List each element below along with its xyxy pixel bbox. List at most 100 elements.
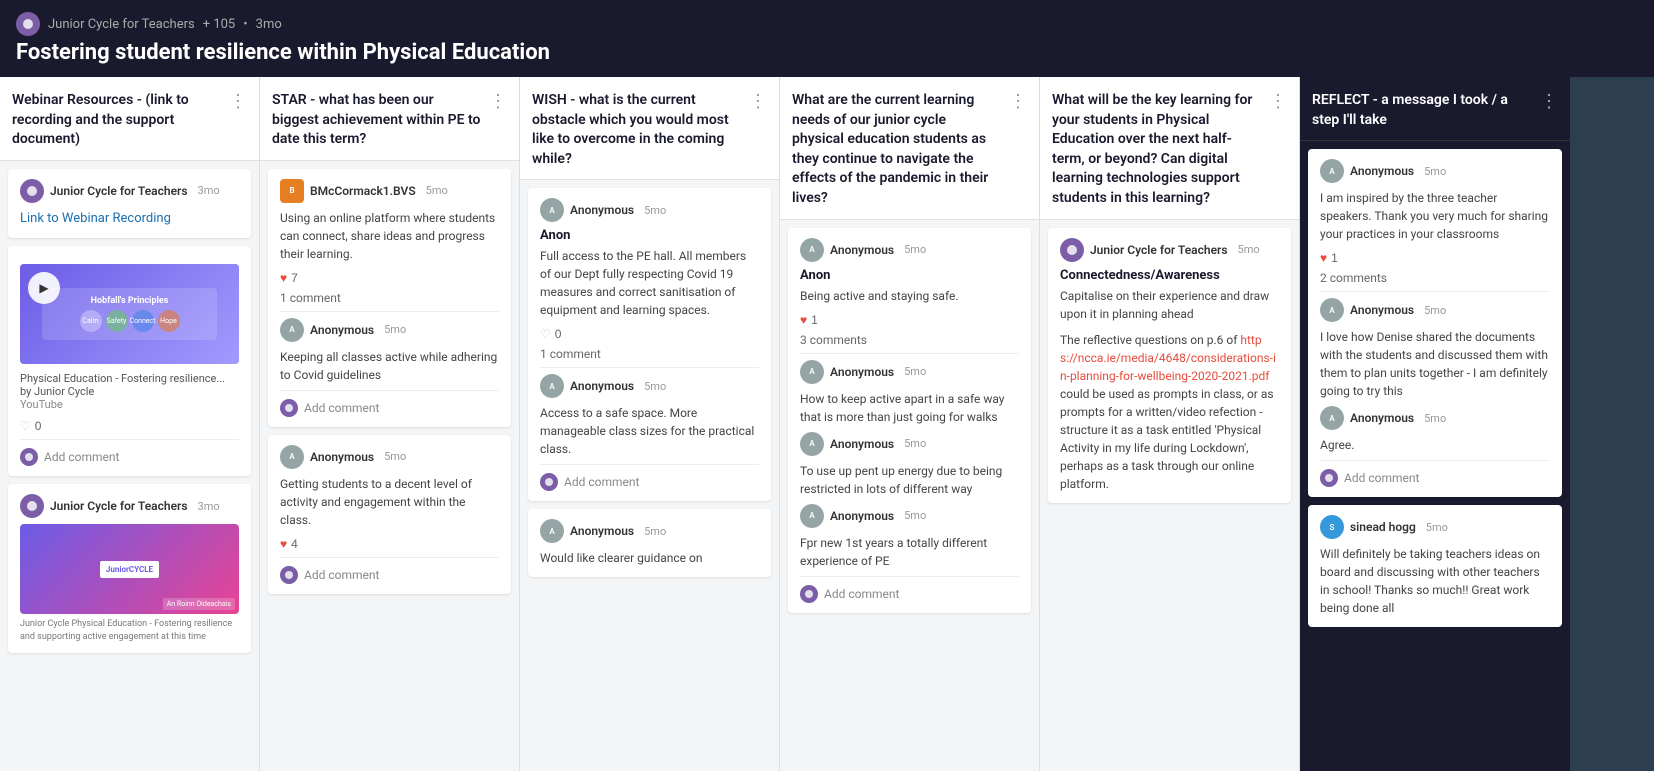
like-count: 1: [1331, 251, 1338, 265]
card-user: A Anonymous 5mo: [540, 519, 759, 543]
commenter-name: Anonymous: [570, 379, 634, 393]
like-count: 1: [811, 313, 818, 327]
user-name: sinead hogg: [1350, 520, 1416, 534]
like-button[interactable]: ♥ 4: [280, 537, 298, 551]
video-title: Physical Education - Fostering resilienc…: [20, 372, 239, 398]
card-user: B BMcCormack1.BVS 5mo: [280, 179, 499, 203]
card-wish-2: A Anonymous 5mo Would like clearer guida…: [528, 509, 771, 577]
avatar: A: [540, 198, 564, 222]
column-webinar: Webinar Resources - (link to recording a…: [0, 77, 260, 771]
avatar: A: [280, 445, 304, 469]
card-text: Will definitely be taking teachers ideas…: [1320, 545, 1550, 617]
column-learning-needs-body: A Anonymous 5mo Anon Being active and st…: [780, 220, 1039, 771]
add-comment-label[interactable]: Add comment: [304, 568, 379, 582]
card-link-webinar: Junior Cycle for Teachers 3mo Link to We…: [8, 169, 251, 239]
user-name: Anonymous: [1350, 411, 1414, 425]
card-actions: ♥ 1: [800, 313, 1019, 327]
column-key-learning-menu[interactable]: ⋮: [1261, 91, 1287, 112]
user-time: 5mo: [1424, 304, 1446, 317]
user-name: Anonymous: [570, 524, 634, 538]
page-title: Fostering student resilience within Phys…: [16, 40, 1638, 65]
card-user: A Anonymous 5mo: [280, 445, 499, 469]
column-learning-needs-title: What are the current learning needs of o…: [792, 91, 1001, 209]
comment-avatar: A: [540, 374, 564, 398]
card-reflect-2: S sinead hogg 5mo Will definitely be tak…: [1308, 505, 1562, 627]
divider: [1320, 291, 1550, 292]
doc-thumbnail: JuniorCYCLE An Roinn Oideachais: [20, 524, 239, 614]
card-key-1: Junior Cycle for Teachers 5mo Connectedn…: [1048, 228, 1291, 503]
column-key-learning-header: What will be the key learning for your s…: [1040, 77, 1299, 220]
avatar: A: [800, 432, 824, 456]
column-reflect-menu[interactable]: ⋮: [1532, 91, 1558, 112]
video-thumbnail[interactable]: Hobfall's Principles Calm Safety Connect…: [20, 264, 239, 364]
comment-user: A Anonymous 5mo: [540, 374, 759, 398]
card-text: Using an online platform where students …: [280, 209, 499, 263]
time-ago: 3mo: [256, 17, 282, 32]
column-webinar-title: Webinar Resources - (link to recording a…: [12, 91, 221, 150]
card-text: Would like clearer guidance on: [540, 549, 759, 567]
add-comment: Add comment: [280, 566, 499, 584]
user-name: Anonymous: [830, 365, 894, 379]
column-wish-title: WISH - what is the current obstacle whic…: [532, 91, 741, 169]
card-user: A Anonymous 5mo: [800, 238, 1019, 262]
card-user: A Anonymous 5mo: [540, 198, 759, 222]
divider: [280, 557, 499, 558]
sub-comment-3-text: Fpr new 1st years a totally different ex…: [800, 534, 1019, 570]
add-comment-label[interactable]: Add comment: [1344, 471, 1419, 485]
divider: [800, 576, 1019, 577]
like-button[interactable]: ♡ 0: [20, 419, 41, 433]
add-comment-label[interactable]: Add comment: [44, 450, 119, 464]
add-comment-label[interactable]: Add comment: [564, 475, 639, 489]
column-wish-menu[interactable]: ⋮: [741, 91, 767, 112]
sub-comment-2-user: A Anonymous 5mo: [1320, 406, 1550, 430]
comment-count: 1 comment: [280, 291, 499, 305]
column-key-learning-title: What will be the key learning for your s…: [1052, 91, 1261, 209]
column-star-menu[interactable]: ⋮: [481, 91, 507, 112]
comment-avatar: A: [280, 318, 304, 342]
comment-avatar-icon: [280, 566, 298, 584]
divider: [540, 367, 759, 368]
column-reflect-title: REFLECT - a message I took / a step I'll…: [1312, 91, 1532, 130]
user-time: 5mo: [426, 184, 448, 197]
user-name: Anonymous: [570, 203, 634, 217]
column-webinar-body: Junior Cycle for Teachers 3mo Link to We…: [0, 161, 259, 771]
avatar: A: [1320, 406, 1344, 430]
card-bold-title: Connectedness/Awareness: [1060, 268, 1279, 283]
card-user: S sinead hogg 5mo: [1320, 515, 1550, 539]
heart-icon: ♥: [1320, 251, 1327, 265]
column-webinar-header: Webinar Resources - (link to recording a…: [0, 77, 259, 161]
card-text-extended: The reflective questions on p.6 of https…: [1060, 331, 1279, 493]
user-time: 5mo: [644, 525, 666, 538]
video-actions: ♡ 0: [20, 419, 239, 433]
add-comment-label[interactable]: Add comment: [824, 587, 899, 601]
user-name: Anonymous: [830, 243, 894, 257]
user-time: 5mo: [1238, 243, 1260, 256]
sub-comment-1-text: I love how Denise shared the documents w…: [1320, 328, 1550, 400]
org-logo: [16, 12, 40, 36]
card-star-1: B BMcCormack1.BVS 5mo Using an online pl…: [268, 169, 511, 427]
divider: [540, 464, 759, 465]
like-button[interactable]: ♥ 7: [280, 271, 298, 285]
avatar: [1060, 238, 1084, 262]
divider: [1320, 460, 1550, 461]
sub-comment-2-text: To use up pent up energy due to being re…: [800, 462, 1019, 498]
card-actions: ♥ 4: [280, 537, 499, 551]
like-button[interactable]: ♥ 1: [1320, 251, 1338, 265]
column-learning-needs-menu[interactable]: ⋮: [1001, 91, 1027, 112]
heart-empty-icon: ♡: [20, 419, 31, 433]
column-reflect-body: A Anonymous 5mo I am inspired by the thr…: [1300, 141, 1570, 771]
comment-count: 3 comments: [800, 333, 1019, 347]
like-count: 0: [35, 419, 42, 433]
comment-text: Access to a safe space. More manageable …: [540, 404, 759, 458]
comment-avatar-icon: [1320, 469, 1338, 487]
column-webinar-menu[interactable]: ⋮: [221, 91, 247, 112]
comment-count: 1 comment: [540, 347, 759, 361]
link-text[interactable]: Link to Webinar Recording: [20, 209, 239, 229]
user-name: Anonymous: [310, 450, 374, 464]
column-learning-needs: What are the current learning needs of o…: [780, 77, 1040, 771]
like-button[interactable]: ♥ 1: [800, 313, 818, 327]
like-button[interactable]: ♡ 0: [540, 327, 561, 341]
user-name: Junior Cycle for Teachers: [1090, 243, 1228, 257]
avatar: A: [800, 504, 824, 528]
add-comment-label[interactable]: Add comment: [304, 401, 379, 415]
